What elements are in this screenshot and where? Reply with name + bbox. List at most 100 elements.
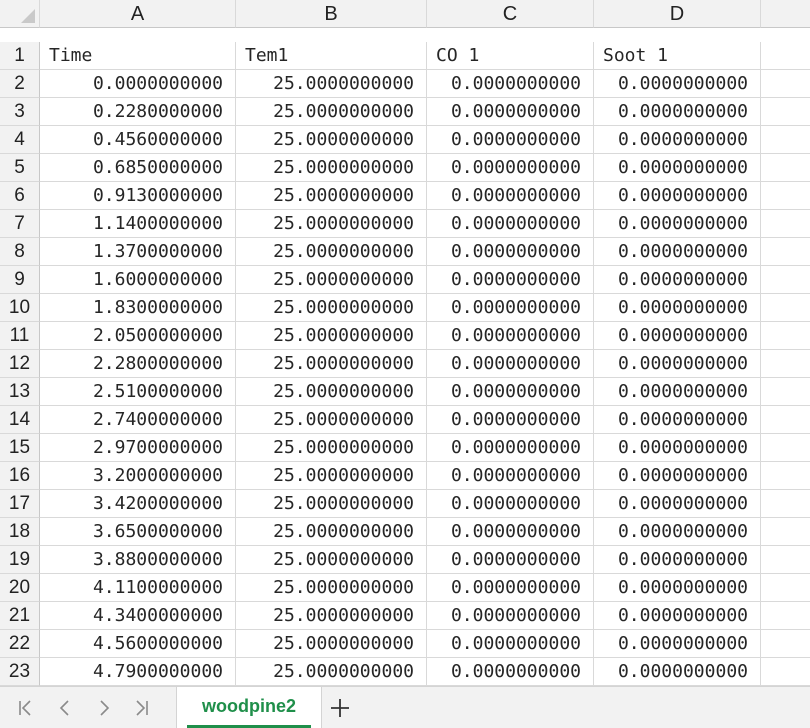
cell-e[interactable] <box>761 490 810 518</box>
cell-d[interactable]: 0.0000000000 <box>594 602 761 630</box>
cell-a[interactable]: 4.7900000000 <box>40 658 236 686</box>
cell-b[interactable]: 25.0000000000 <box>236 238 427 266</box>
row-header[interactable]: 11 <box>0 322 40 350</box>
row-header[interactable]: 18 <box>0 518 40 546</box>
cell-d[interactable]: 0.0000000000 <box>594 434 761 462</box>
cell-c[interactable]: 0.0000000000 <box>427 350 594 378</box>
cell-a[interactable]: 3.4200000000 <box>40 490 236 518</box>
cell-b[interactable]: 25.0000000000 <box>236 350 427 378</box>
cell-a[interactable]: 4.1100000000 <box>40 574 236 602</box>
cell-c[interactable]: 0.0000000000 <box>427 546 594 574</box>
cell-d[interactable]: 0.0000000000 <box>594 322 761 350</box>
cell-e[interactable] <box>761 126 810 154</box>
column-header-d[interactable]: D <box>594 0 761 28</box>
cell-c[interactable]: 0.0000000000 <box>427 182 594 210</box>
row-header[interactable]: 12 <box>0 350 40 378</box>
cell-b[interactable]: 25.0000000000 <box>236 434 427 462</box>
cell-e[interactable] <box>761 210 810 238</box>
row-header[interactable]: 1 <box>0 42 40 70</box>
row-header[interactable]: 20 <box>0 574 40 602</box>
cell-d[interactable]: 0.0000000000 <box>594 98 761 126</box>
cell-e[interactable] <box>761 266 810 294</box>
cell-d[interactable]: 0.0000000000 <box>594 462 761 490</box>
cell-c[interactable]: 0.0000000000 <box>427 462 594 490</box>
cell-b[interactable]: 25.0000000000 <box>236 406 427 434</box>
row-header[interactable]: 21 <box>0 602 40 630</box>
cell-e1[interactable] <box>761 42 810 70</box>
cell-a[interactable]: 0.4560000000 <box>40 126 236 154</box>
cell-e[interactable] <box>761 630 810 658</box>
cell-e[interactable] <box>761 350 810 378</box>
cell-a[interactable]: 3.6500000000 <box>40 518 236 546</box>
next-sheet-button[interactable] <box>89 693 119 723</box>
cell-c[interactable]: 0.0000000000 <box>427 98 594 126</box>
cell-c[interactable]: 0.0000000000 <box>427 658 594 686</box>
column-header-c[interactable]: C <box>427 0 594 28</box>
cell-e[interactable] <box>761 434 810 462</box>
cell-b[interactable]: 25.0000000000 <box>236 546 427 574</box>
cell-d[interactable]: 0.0000000000 <box>594 574 761 602</box>
cell-e[interactable] <box>761 602 810 630</box>
row-header[interactable]: 17 <box>0 490 40 518</box>
cell-b[interactable]: 25.0000000000 <box>236 658 427 686</box>
cell-a[interactable]: 0.6850000000 <box>40 154 236 182</box>
row-header[interactable]: 13 <box>0 378 40 406</box>
cell-e[interactable] <box>761 378 810 406</box>
cell-b[interactable]: 25.0000000000 <box>236 462 427 490</box>
cell-d[interactable]: 0.0000000000 <box>594 490 761 518</box>
cell-b[interactable]: 25.0000000000 <box>236 602 427 630</box>
cell-a[interactable]: 2.0500000000 <box>40 322 236 350</box>
cell-a[interactable]: 0.2280000000 <box>40 98 236 126</box>
cell-b[interactable]: 25.0000000000 <box>236 322 427 350</box>
cell-b[interactable]: 25.0000000000 <box>236 574 427 602</box>
last-sheet-button[interactable] <box>127 693 157 723</box>
cell-d[interactable]: 0.0000000000 <box>594 126 761 154</box>
column-header-a[interactable]: A <box>40 0 236 28</box>
row-header[interactable]: 4 <box>0 126 40 154</box>
previous-sheet-button[interactable] <box>50 693 80 723</box>
row-header[interactable]: 19 <box>0 546 40 574</box>
cell-b[interactable]: 25.0000000000 <box>236 154 427 182</box>
cell-c[interactable]: 0.0000000000 <box>427 294 594 322</box>
cell-d[interactable]: 0.0000000000 <box>594 378 761 406</box>
cell-c[interactable]: 0.0000000000 <box>427 518 594 546</box>
cell-b[interactable]: 25.0000000000 <box>236 70 427 98</box>
cell-d[interactable]: 0.0000000000 <box>594 266 761 294</box>
cell-b[interactable]: 25.0000000000 <box>236 210 427 238</box>
cell-c[interactable]: 0.0000000000 <box>427 322 594 350</box>
row-header[interactable]: 15 <box>0 434 40 462</box>
cell-d[interactable]: 0.0000000000 <box>594 518 761 546</box>
cell-a[interactable]: 3.8800000000 <box>40 546 236 574</box>
row-header[interactable]: 6 <box>0 182 40 210</box>
cell-e[interactable] <box>761 70 810 98</box>
cell-d[interactable]: 0.0000000000 <box>594 182 761 210</box>
cell-a[interactable]: 4.3400000000 <box>40 602 236 630</box>
cell-a[interactable]: 0.0000000000 <box>40 70 236 98</box>
cell-e[interactable] <box>761 658 810 686</box>
cell-d[interactable]: 0.0000000000 <box>594 70 761 98</box>
cell-b[interactable]: 25.0000000000 <box>236 630 427 658</box>
cell-a[interactable]: 3.2000000000 <box>40 462 236 490</box>
cell-e[interactable] <box>761 574 810 602</box>
cell-a[interactable]: 4.5600000000 <box>40 630 236 658</box>
row-header[interactable]: 22 <box>0 630 40 658</box>
row-header[interactable]: 2 <box>0 70 40 98</box>
row-header[interactable]: 16 <box>0 462 40 490</box>
cell-e[interactable] <box>761 182 810 210</box>
cell-c[interactable]: 0.0000000000 <box>427 490 594 518</box>
cell-b[interactable]: 25.0000000000 <box>236 182 427 210</box>
cell-b[interactable]: 25.0000000000 <box>236 518 427 546</box>
cell-c[interactable]: 0.0000000000 <box>427 630 594 658</box>
cell-e[interactable] <box>761 238 810 266</box>
cell-d[interactable]: 0.0000000000 <box>594 210 761 238</box>
cell-d[interactable]: 0.0000000000 <box>594 658 761 686</box>
cell-d[interactable]: 0.0000000000 <box>594 546 761 574</box>
cell-c[interactable]: 0.0000000000 <box>427 210 594 238</box>
cell-e[interactable] <box>761 98 810 126</box>
cell-e[interactable] <box>761 518 810 546</box>
row-header[interactable]: 5 <box>0 154 40 182</box>
cell-d1[interactable]: Soot 1 <box>594 42 761 70</box>
cell-d[interactable]: 0.0000000000 <box>594 406 761 434</box>
cell-b[interactable]: 25.0000000000 <box>236 266 427 294</box>
column-header-e[interactable] <box>761 0 810 28</box>
